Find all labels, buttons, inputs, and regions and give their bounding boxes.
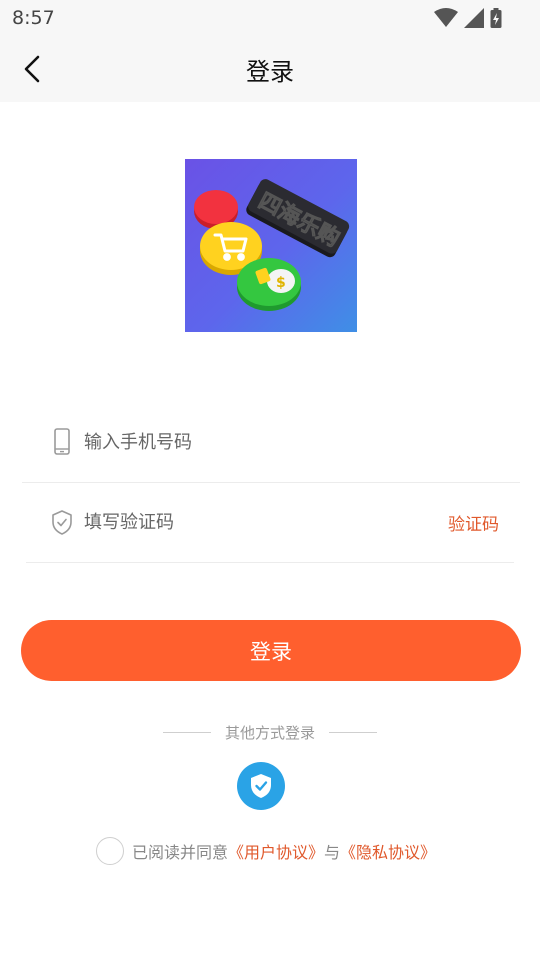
status-time: 8:57: [12, 7, 55, 29]
wifi-icon: [434, 8, 458, 27]
other-login-row: 其他方式登录: [0, 721, 540, 743]
nav-bar: 登录: [0, 36, 540, 102]
status-icons: [434, 8, 502, 28]
app-logo-image: 四海乐购 $: [185, 159, 357, 332]
code-input[interactable]: [84, 502, 404, 542]
shield-check-icon: [251, 774, 271, 798]
phone-row: [22, 410, 520, 474]
alt-login-button[interactable]: [237, 762, 285, 810]
code-divider: [26, 562, 514, 563]
shield-icon: [52, 510, 72, 535]
phone-input[interactable]: [84, 422, 404, 462]
login-button[interactable]: 登录: [21, 620, 521, 681]
svg-text:$: $: [276, 275, 286, 291]
other-login-label: 其他方式登录: [224, 723, 315, 742]
divider-line-right: [329, 731, 377, 733]
agree-checkbox[interactable]: [96, 837, 124, 865]
status-bar: 8:57: [0, 0, 540, 36]
agreement-prefix: 已阅读并同意: [132, 843, 229, 862]
page-title: 登录: [246, 58, 294, 86]
cell-signal-icon: [464, 8, 484, 28]
phone-divider: [22, 482, 520, 483]
get-code-button[interactable]: 验证码: [448, 510, 499, 535]
battery-charging-icon: [490, 8, 502, 28]
mobile-phone-icon: [54, 428, 70, 455]
agreement-row: 已阅读并同意 《用户协议》 与 《隐私协议》: [96, 836, 436, 866]
code-row: 验证码: [22, 490, 520, 554]
divider-line-left: [162, 731, 211, 733]
privacy-agreement-link[interactable]: 《隐私协议》: [340, 839, 436, 863]
agreement-connector: 与: [324, 843, 341, 862]
user-agreement-link[interactable]: 《用户协议》: [228, 839, 324, 863]
